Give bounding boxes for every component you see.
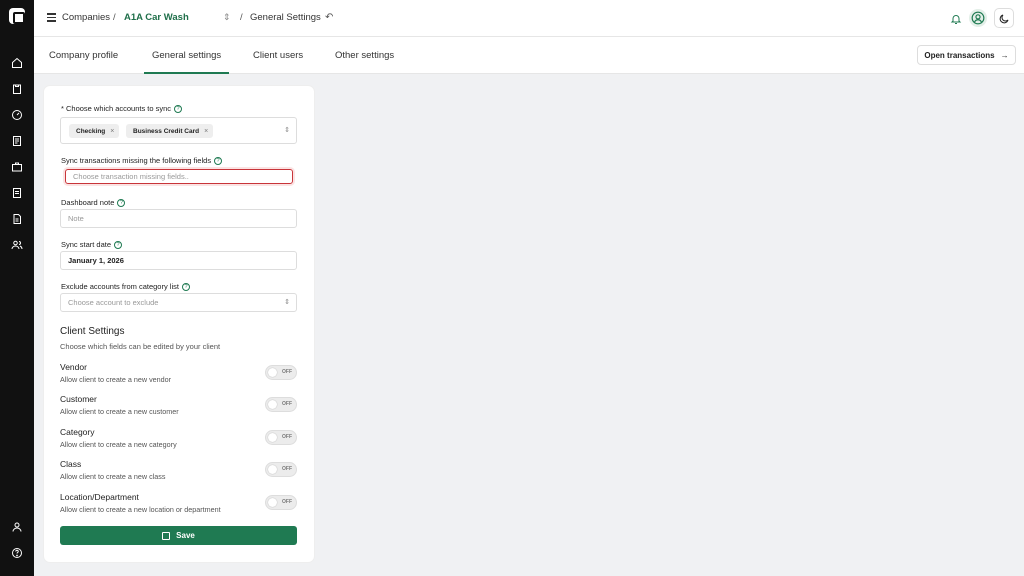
open-transactions-button[interactable]: Open transactions → — [917, 45, 1016, 65]
dashboard-note-input[interactable]: Note — [60, 209, 297, 228]
location-department-toggle[interactable]: OFF — [265, 495, 297, 510]
exclude-accounts-placeholder: Choose account to exclude — [68, 298, 159, 307]
toggle-state: OFF — [282, 466, 292, 472]
report-icon[interactable] — [10, 186, 24, 200]
setting-title: Category — [60, 427, 95, 437]
missing-fields-label-text: Sync transactions missing the following … — [61, 156, 212, 165]
left-rail — [0, 0, 34, 576]
help-icon[interactable] — [10, 546, 24, 560]
setting-description: Allow client to create a new location or… — [60, 505, 221, 514]
chip-label: Checking — [76, 127, 106, 135]
customer-toggle[interactable]: OFF — [265, 397, 297, 412]
missing-fields-input[interactable]: Choose transaction missing fields.. — [65, 169, 293, 184]
toggle-state: OFF — [282, 401, 292, 407]
gauge-icon[interactable] — [10, 108, 24, 122]
company-switch-icon[interactable]: ⇕ — [223, 12, 231, 23]
save-label: Save — [176, 531, 195, 540]
menu-icon[interactable] — [47, 13, 56, 22]
help-icon[interactable]: ? — [181, 282, 190, 291]
chip-label: Business Credit Card — [133, 127, 200, 135]
toggle-knob — [268, 433, 277, 442]
breadcrumb-separator: / — [113, 12, 116, 23]
clipboard-icon[interactable] — [10, 82, 24, 96]
sync-start-date-input[interactable]: January 1, 2026 — [60, 251, 297, 270]
help-icon[interactable]: ? — [114, 240, 123, 249]
account-chip: Checking × — [69, 124, 120, 138]
tabs-bar: Company profile General settings Client … — [34, 37, 1024, 74]
vendor-toggle[interactable]: OFF — [265, 365, 297, 380]
tab-company-profile[interactable]: Company profile — [49, 50, 118, 61]
setting-title: Class — [60, 459, 82, 469]
save-icon — [162, 531, 171, 540]
setting-title: Location/Department — [60, 492, 139, 502]
tab-other-settings[interactable]: Other settings — [335, 50, 394, 61]
setting-title: Customer — [60, 394, 97, 404]
toggle-state: OFF — [282, 499, 292, 505]
setting-title: Vendor — [60, 362, 87, 372]
dark-mode-icon[interactable] — [994, 8, 1014, 28]
briefcase-icon[interactable] — [10, 160, 24, 174]
open-transactions-label: Open transactions — [924, 50, 995, 60]
dashboard-note-label: Dashboard note ? — [61, 198, 126, 207]
client-settings-subtitle: Choose which fields can be edited by you… — [60, 342, 221, 351]
toggle-knob — [268, 498, 277, 507]
home-icon[interactable] — [10, 56, 24, 70]
sync-start-label-text: Sync start date — [61, 240, 112, 249]
breadcrumb-separator: / — [240, 12, 243, 23]
users-icon[interactable] — [10, 238, 24, 252]
help-icon[interactable]: ? — [214, 156, 223, 165]
tab-general-settings[interactable]: General settings — [143, 50, 230, 74]
arrow-right-icon: → — [1000, 50, 1009, 60]
exclude-accounts-label: Exclude accounts from category list ? — [61, 282, 190, 291]
category-toggle[interactable]: OFF — [265, 430, 297, 445]
exclude-accounts-select[interactable]: Choose account to exclude ⇕ — [60, 293, 297, 312]
toggle-state: OFF — [282, 369, 292, 375]
app-logo[interactable] — [9, 8, 25, 24]
help-icon[interactable]: ? — [174, 104, 183, 113]
top-bar: Companies / A1A Car Wash ⇕ / General Set… — [34, 0, 1024, 37]
user-profile-icon[interactable] — [10, 520, 24, 534]
client-settings-title: Client Settings — [60, 326, 125, 337]
help-icon[interactable]: ? — [117, 198, 126, 207]
breadcrumb-company[interactable]: A1A Car Wash — [124, 12, 189, 23]
bell-icon[interactable] — [950, 12, 962, 24]
general-settings-card: * Choose which accounts to sync ? Checki… — [44, 86, 314, 562]
class-toggle[interactable]: OFF — [265, 462, 297, 477]
toggle-state: OFF — [282, 434, 292, 440]
dashboard-note-label-text: Dashboard note — [61, 198, 115, 207]
document-icon[interactable] — [10, 134, 24, 148]
chevron-updown-icon: ⇕ — [284, 299, 290, 306]
sync-start-label: Sync start date ? — [61, 240, 123, 249]
file-text-icon[interactable] — [10, 212, 24, 226]
tab-client-users[interactable]: Client users — [253, 50, 303, 61]
setting-description: Allow client to create a new class — [60, 472, 166, 481]
toggle-knob — [268, 368, 277, 377]
accounts-select[interactable]: Checking × Business Credit Card × ⇕ — [60, 117, 297, 144]
avatar-icon[interactable] — [969, 9, 987, 27]
missing-fields-label: Sync transactions missing the following … — [61, 156, 223, 165]
remove-chip-icon[interactable]: × — [204, 128, 208, 135]
accounts-label: * Choose which accounts to sync ? — [61, 104, 183, 113]
accounts-label-text: * Choose which accounts to sync — [61, 104, 172, 113]
save-button[interactable]: Save — [60, 526, 297, 545]
toggle-knob — [268, 400, 277, 409]
undo-icon[interactable]: ↶ — [325, 12, 333, 23]
setting-description: Allow client to create a new customer — [60, 407, 179, 416]
chevron-updown-icon: ⇕ — [284, 127, 290, 134]
setting-description: Allow client to create a new vendor — [60, 375, 172, 384]
setting-description: Allow client to create a new category — [60, 440, 177, 449]
account-chip: Business Credit Card × — [126, 124, 214, 138]
breadcrumb-page: General Settings — [250, 12, 321, 23]
breadcrumb-companies[interactable]: Companies — [62, 12, 110, 23]
exclude-accounts-label-text: Exclude accounts from category list — [61, 282, 179, 291]
remove-chip-icon[interactable]: × — [110, 128, 114, 135]
toggle-knob — [268, 465, 277, 474]
